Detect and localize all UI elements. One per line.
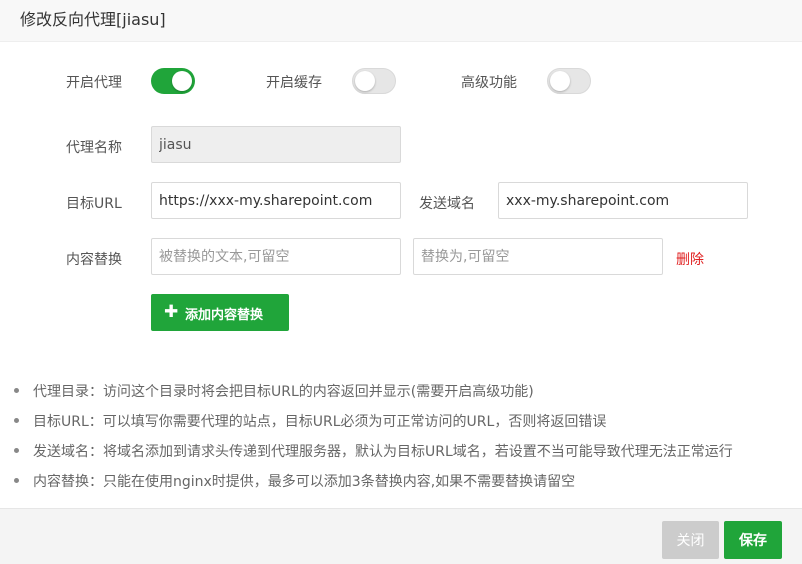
content-replace-label: 内容替换 xyxy=(66,252,122,268)
replace-source-input[interactable] xyxy=(151,238,401,275)
add-content-replace-button[interactable]: ✚ 添加内容替换 xyxy=(151,294,289,331)
plus-icon: ✚ xyxy=(164,302,179,322)
bullet-icon xyxy=(14,417,19,423)
dialog-footer: 关闭 保存 xyxy=(0,508,802,564)
tip-item: 发送域名：将域名添加到请求头传递到代理服务器，默认为目标URL域名，若设置不当可… xyxy=(14,441,733,461)
bullet-icon xyxy=(14,447,19,453)
replace-target-input[interactable] xyxy=(413,238,663,275)
save-button[interactable]: 保存 xyxy=(724,521,782,559)
toggle-knob xyxy=(355,71,375,91)
delete-replace-link[interactable]: 删除 xyxy=(676,249,704,269)
bullet-icon xyxy=(14,387,19,393)
target-url-label: 目标URL xyxy=(66,196,122,212)
bullet-icon xyxy=(14,477,19,483)
tip-item: 代理目录：访问这个目录时将会把目标URL的内容返回并显示(需要开启高级功能) xyxy=(14,381,534,401)
toggle-label-advanced: 高级功能 xyxy=(461,75,517,91)
proxy-name-label: 代理名称 xyxy=(66,140,122,156)
send-domain-input[interactable] xyxy=(498,182,748,219)
send-domain-label: 发送域名 xyxy=(419,196,475,212)
toggle-knob xyxy=(550,71,570,91)
dialog-title: 修改反向代理[jiasu] xyxy=(20,10,166,29)
tip-item: 目标URL：可以填写你需要代理的站点，目标URL必须为可正常访问的URL，否则将… xyxy=(14,411,606,431)
toggle-cache-switch[interactable] xyxy=(352,68,396,94)
tip-item: 内容替换：只能在使用nginx时提供，最多可以添加3条替换内容,如果不需要替换请… xyxy=(14,471,575,491)
toggle-advanced-switch[interactable] xyxy=(547,68,591,94)
proxy-name-input[interactable] xyxy=(151,126,401,163)
dialog-titlebar: 修改反向代理[jiasu] xyxy=(0,0,802,42)
target-url-input[interactable] xyxy=(151,182,401,219)
toggle-proxy-switch[interactable] xyxy=(151,68,195,94)
toggle-label-proxy: 开启代理 xyxy=(66,75,122,91)
add-content-replace-label: 添加内容替换 xyxy=(185,308,264,323)
toggle-label-cache: 开启缓存 xyxy=(266,75,322,91)
toggle-knob xyxy=(172,71,192,91)
close-button[interactable]: 关闭 xyxy=(662,521,719,559)
